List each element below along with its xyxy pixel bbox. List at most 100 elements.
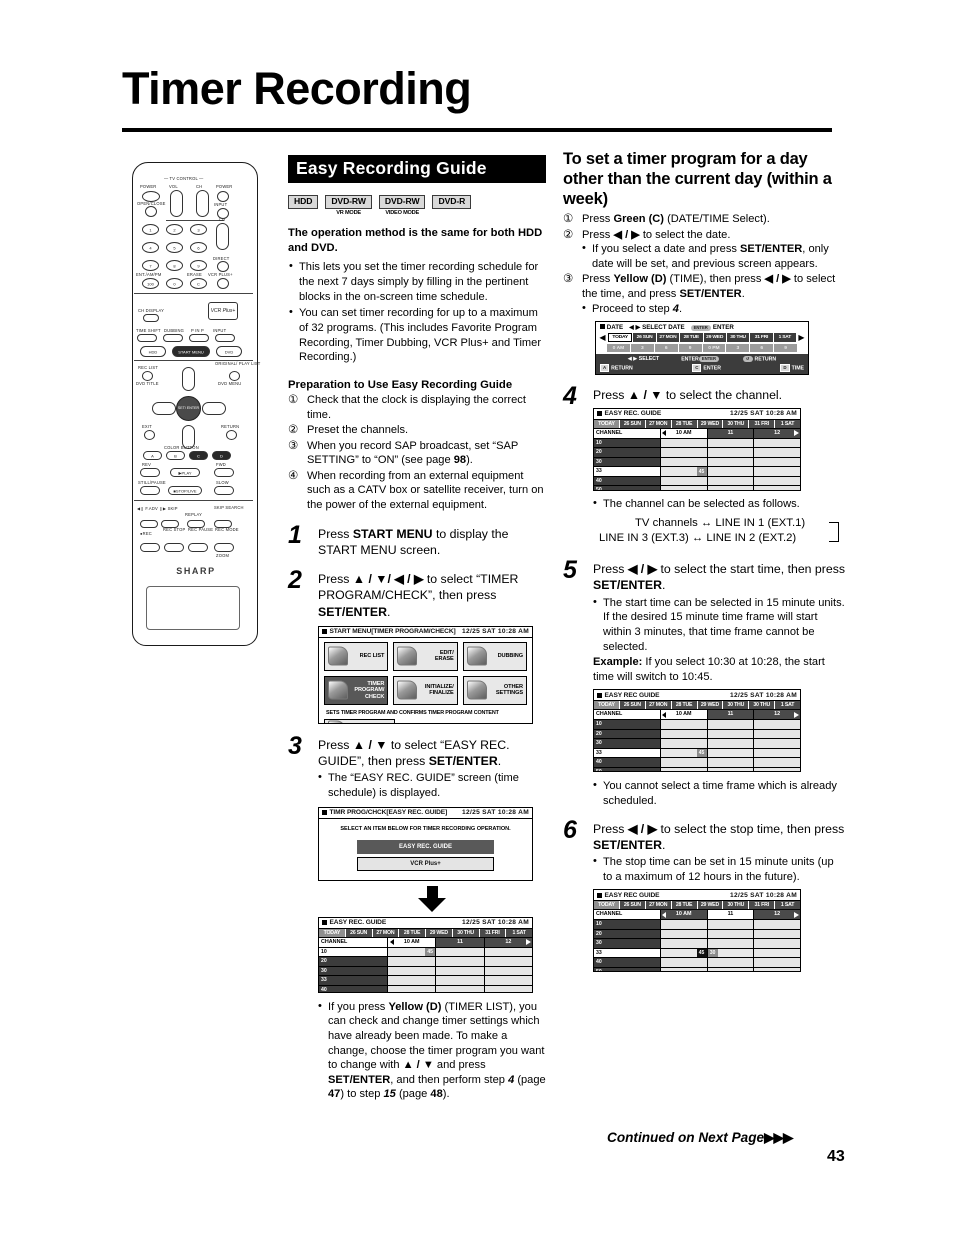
erg3-day-5[interactable]: 30 THU	[452, 928, 480, 937]
table-row[interactable]: 33 45 30	[594, 948, 800, 959]
remote-exit-button[interactable]	[144, 430, 155, 440]
remote-vcr-plus-button[interactable]	[217, 278, 229, 289]
start-menu-item-information[interactable]: INFORMATION	[324, 719, 395, 723]
footer-btn-time[interactable]: D TIME	[780, 363, 804, 372]
table-row[interactable]: 30	[594, 939, 800, 949]
erg6-day-7[interactable]: 1 SAT	[775, 901, 800, 910]
time-option-0[interactable]: 0 AM	[607, 344, 630, 353]
erg3-day-1[interactable]: 26 SUN	[345, 928, 373, 937]
erg3-day-3[interactable]: 28 TUE	[399, 928, 426, 937]
date-option-5[interactable]: 30 THU	[726, 333, 750, 343]
time-option-1[interactable]: 3	[630, 344, 654, 353]
erg5-row-3-slot-0[interactable]: 45	[660, 748, 708, 758]
erg5-day-3[interactable]: 28 TUE	[671, 701, 698, 710]
erg4-day-4[interactable]: 29 WED	[697, 419, 724, 428]
table-row[interactable]: 20	[594, 929, 800, 940]
erg3-day-2[interactable]: 27 MON	[372, 928, 400, 937]
date-option-7[interactable]: 1 SAT	[773, 333, 796, 343]
table-row[interactable]: 33 45	[594, 748, 800, 759]
remote-start-menu-button[interactable]: START MENU	[172, 346, 210, 357]
erg6-day-5[interactable]: 30 THU	[723, 901, 750, 910]
erg5-day-2[interactable]: 27 MON	[645, 701, 672, 710]
table-row[interactable]: 40	[319, 985, 532, 992]
start-menu-item-dubbing[interactable]: DUBBING	[462, 641, 527, 671]
vcr-plus-option[interactable]: VCR Plus+	[357, 856, 494, 871]
remote-rec-mode-button[interactable]	[214, 543, 234, 552]
remote-set-enter-button[interactable]: SET/ ENTER	[176, 396, 201, 421]
erg5-day-today[interactable]: TODAY	[594, 701, 620, 710]
date-scroll-right-icon[interactable]: ▶	[797, 333, 806, 342]
remote-rec-stop-button[interactable]	[164, 543, 184, 552]
remote-key-0[interactable]: 0	[166, 278, 183, 289]
remote-ch-display-button[interactable]	[143, 314, 159, 322]
erg3-day-7[interactable]: 1 SAT	[506, 928, 532, 937]
remote-still-pause-button[interactable]	[140, 486, 160, 495]
remote-rec-list-button[interactable]	[142, 371, 153, 381]
table-row[interactable]: 20	[594, 448, 800, 458]
time-option-2[interactable]: 6	[654, 344, 678, 353]
remote-hdd-button[interactable]: HDD	[140, 346, 166, 357]
remote-color-a-button[interactable]: A	[143, 451, 162, 460]
erg4-day-1[interactable]: 26 SUN	[619, 419, 646, 428]
time-option-4[interactable]: 0 PM	[702, 344, 726, 353]
remote-volume-rocker[interactable]	[170, 190, 183, 217]
table-row[interactable]: 30	[594, 457, 800, 468]
table-row[interactable]: 40	[594, 758, 800, 768]
remote-pinp-button[interactable]	[189, 334, 209, 342]
erg6-row-3-slot-1[interactable]: 30	[707, 948, 755, 958]
table-row[interactable]: 20	[594, 729, 800, 740]
table-row[interactable]: 50	[594, 767, 800, 772]
table-row[interactable]: 50	[594, 486, 800, 490]
erg4-row-3-slot-0[interactable]: 45	[660, 467, 708, 476]
footer-btn-enter[interactable]: C ENTER	[692, 363, 721, 372]
erg6-day-6[interactable]: 31 FRI	[749, 901, 776, 910]
remote-dubbing-button[interactable]	[163, 334, 183, 342]
erg3-row-0-slot-0[interactable]: 45	[388, 947, 437, 957]
remote-key-c[interactable]: C	[190, 278, 207, 289]
remote-key-6[interactable]: 6	[190, 242, 207, 253]
erg5-day-5[interactable]: 30 THU	[723, 701, 750, 710]
remote-key-7[interactable]: 7	[142, 260, 159, 271]
table-row[interactable]: 30	[319, 966, 532, 977]
date-scroll-left-icon[interactable]: ◀	[598, 333, 607, 342]
remote-key-4[interactable]: 4	[142, 242, 159, 253]
start-menu-item-timer-program-check[interactable]: TIMER PROGRAM/ CHECK	[324, 675, 389, 705]
erg4-day-3[interactable]: 28 TUE	[671, 419, 698, 428]
remote-tv-channel-rocker[interactable]	[196, 190, 209, 217]
date-option-today[interactable]: TODAY	[608, 333, 633, 343]
remote-dpad-left[interactable]	[152, 402, 176, 415]
erg6-day-1[interactable]: 26 SUN	[619, 901, 646, 910]
remote-dpad-right[interactable]	[202, 402, 226, 415]
erg4-day-6[interactable]: 31 FRI	[749, 419, 776, 428]
table-row[interactable]: 33	[319, 976, 532, 986]
remote-tv-power-button[interactable]	[217, 191, 229, 202]
remote-key-2[interactable]: 2	[166, 224, 183, 235]
remote-rev-button[interactable]	[140, 468, 160, 477]
remote-key-5[interactable]: 5	[166, 242, 183, 253]
remote-return-button[interactable]	[226, 430, 237, 440]
remote-direct-button[interactable]	[217, 261, 229, 272]
start-menu-item-rec-list[interactable]: REC LIST	[324, 641, 389, 671]
erg4-day-7[interactable]: 1 SAT	[775, 419, 800, 428]
erg3-day-4[interactable]: 29 WED	[426, 928, 453, 937]
erg4-day-today[interactable]: TODAY	[594, 419, 620, 428]
date-option-4[interactable]: 29 WED	[703, 333, 726, 343]
table-row[interactable]: 40	[594, 476, 800, 487]
start-menu-item-initialize-finalize[interactable]: INITIALIZE/ FINALIZE	[393, 675, 458, 705]
table-row[interactable]: 50	[594, 967, 800, 972]
erg5-day-6[interactable]: 30 THU	[749, 701, 776, 710]
remote-color-d-button[interactable]: D	[212, 451, 231, 460]
date-option-6[interactable]: 31 FRI	[750, 333, 773, 343]
table-row[interactable]: 30	[594, 739, 800, 749]
remote-fadv-back-button[interactable]	[140, 520, 158, 528]
start-menu-item-edit-erase[interactable]: EDIT/ ERASE	[393, 641, 458, 671]
erg6-row-3-slot-0[interactable]: 45	[660, 948, 708, 958]
erg6-day-2[interactable]: 27 MON	[645, 901, 672, 910]
remote-stop-live-button[interactable]: ■STOP/LIVE	[168, 486, 202, 495]
remote-dpad-up[interactable]	[182, 367, 195, 391]
remote-key-100[interactable]: 100	[142, 278, 159, 289]
remote-rec-button[interactable]	[140, 543, 160, 552]
date-option-3[interactable]: 28 TUE	[680, 333, 703, 343]
table-row[interactable]: 10 45	[319, 947, 532, 958]
table-row[interactable]: 40	[594, 958, 800, 968]
